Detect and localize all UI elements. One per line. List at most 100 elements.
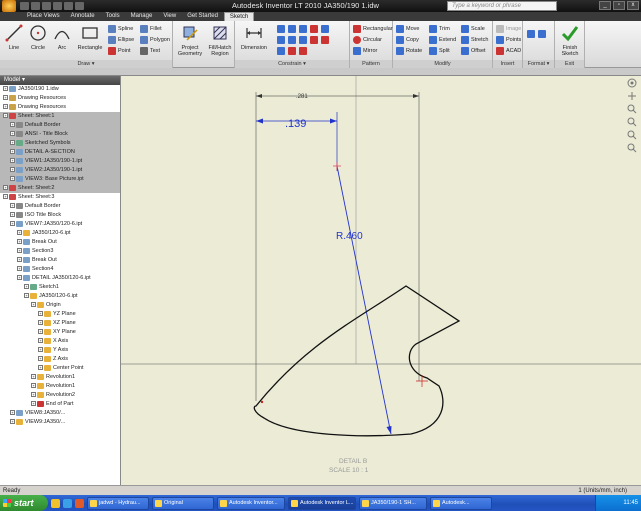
finish-sketch-button[interactable]: Finish Sketch xyxy=(557,24,583,57)
expand-toggle-icon[interactable]: + xyxy=(3,95,8,101)
tab-get-started[interactable]: Get Started xyxy=(182,12,223,21)
expand-toggle-icon[interactable]: + xyxy=(38,347,43,353)
radius-label[interactable]: R.460 xyxy=(336,231,363,242)
rectangle-button[interactable]: Rectangle xyxy=(75,24,105,51)
offset-button[interactable]: Offset xyxy=(461,46,486,55)
expand-toggle-icon[interactable]: + xyxy=(38,329,43,335)
circle-button[interactable]: Circle xyxy=(25,24,51,51)
browser-node[interactable]: + Break Out xyxy=(0,256,120,265)
trim-button[interactable]: Trim xyxy=(429,24,450,33)
steering-wheel-icon[interactable] xyxy=(627,78,637,88)
rotate-button[interactable]: Rotate xyxy=(396,46,422,55)
browser-node[interactable]: + VIEW7:JA350/120-6.ipt xyxy=(0,220,120,229)
expand-toggle-icon[interactable]: + xyxy=(17,248,22,254)
circular-pattern-button[interactable]: Circular xyxy=(353,35,382,44)
save-icon[interactable] xyxy=(42,2,51,10)
perpendicular-constraint-button[interactable] xyxy=(277,35,285,44)
expand-toggle-icon[interactable]: + xyxy=(10,203,15,209)
browser-node[interactable]: + Drawing Resources xyxy=(0,103,120,112)
scale-button[interactable]: Scale xyxy=(461,24,485,33)
expand-toggle-icon[interactable]: + xyxy=(38,311,43,317)
browser-node[interactable]: + DETAIL JA350/120-6.ipt xyxy=(0,274,120,283)
browser-node[interactable]: + Section4 xyxy=(0,265,120,274)
open-icon[interactable] xyxy=(31,2,40,10)
tab-tools[interactable]: Tools xyxy=(101,12,125,21)
tab-sketch[interactable]: Sketch xyxy=(223,12,255,21)
browser-node[interactable]: + JA350/120-6.ipt xyxy=(0,292,120,301)
expand-toggle-icon[interactable]: + xyxy=(17,257,22,263)
expand-toggle-icon[interactable]: + xyxy=(31,383,36,389)
quicklaunch-app-icon[interactable] xyxy=(75,498,84,508)
taskbar-item[interactable]: Autodesk Inventor... xyxy=(217,496,285,510)
taskbar-item[interactable]: jadwd - Hydrau... xyxy=(87,496,149,510)
browser-node[interactable]: + Sketched Symbols xyxy=(0,139,120,148)
minimize-button[interactable]: _ xyxy=(599,1,611,10)
ellipse-button[interactable]: Ellipse xyxy=(108,35,134,44)
expand-toggle-icon[interactable]: + xyxy=(10,149,15,155)
expand-toggle-icon[interactable]: + xyxy=(10,122,15,128)
expand-toggle-icon[interactable]: + xyxy=(31,392,36,398)
taskbar-item-active[interactable]: Autodesk Inventor L... xyxy=(288,496,356,510)
expand-toggle-icon[interactable]: + xyxy=(38,356,43,362)
browser-node[interactable]: + ANSI - Title Block xyxy=(0,130,120,139)
browser-node[interactable]: + JA350/190 1.idw xyxy=(0,85,120,94)
point-button[interactable]: Point xyxy=(108,46,131,55)
expand-toggle-icon[interactable]: + xyxy=(3,185,8,191)
browser-node[interactable]: + XZ Plane xyxy=(0,319,120,328)
browser-node[interactable]: + Revolution1 xyxy=(0,382,120,391)
expand-toggle-icon[interactable]: + xyxy=(10,176,15,182)
drawing-canvas[interactable]: .281 .139 R.460 DETAIL B SCALE 10 : 1 xyxy=(121,76,641,485)
expand-toggle-icon[interactable]: + xyxy=(17,266,22,272)
arc-button[interactable]: Arc xyxy=(49,24,75,51)
expand-toggle-icon[interactable]: + xyxy=(10,158,15,164)
browser-node[interactable]: + Z Axis xyxy=(0,355,120,364)
expand-toggle-icon[interactable]: + xyxy=(38,338,43,344)
zoom-window-icon[interactable] xyxy=(627,117,637,127)
dimension-button[interactable]: Dimension xyxy=(239,24,269,51)
expand-toggle-icon[interactable]: + xyxy=(31,302,36,308)
expand-toggle-icon[interactable]: + xyxy=(17,239,22,245)
browser-node[interactable]: + Drawing Resources xyxy=(0,94,120,103)
close-button[interactable]: x xyxy=(627,1,639,10)
browser-node[interactable]: + X Axis xyxy=(0,337,120,346)
expand-toggle-icon[interactable]: + xyxy=(10,410,15,416)
expand-toggle-icon[interactable]: + xyxy=(10,212,15,218)
constrain-panel-title[interactable]: Constrain ▾ xyxy=(235,60,349,68)
expand-toggle-icon[interactable]: + xyxy=(10,167,15,173)
fix-constraint-button[interactable] xyxy=(310,24,318,33)
new-icon[interactable] xyxy=(20,2,29,10)
expand-toggle-icon[interactable]: + xyxy=(17,275,22,281)
browser-node[interactable]: + Revolution2 xyxy=(0,391,120,400)
fillet-button[interactable]: Fillet xyxy=(140,24,162,33)
copy-button[interactable]: Copy xyxy=(396,35,419,44)
pan-icon[interactable] xyxy=(627,91,637,101)
expand-toggle-icon[interactable]: + xyxy=(31,401,36,407)
expand-toggle-icon[interactable]: + xyxy=(31,374,36,380)
maximize-button[interactable]: ▫ xyxy=(613,1,625,10)
taskbar-item[interactable]: JA350/190-1 SH... xyxy=(359,496,427,510)
undo-icon[interactable] xyxy=(53,2,62,10)
vertical-constraint-button[interactable] xyxy=(299,35,307,44)
taskbar-item[interactable]: Original xyxy=(152,496,214,510)
expand-toggle-icon[interactable]: + xyxy=(10,131,15,137)
text-button[interactable]: Text xyxy=(140,46,160,55)
parallel-constraint-button[interactable] xyxy=(321,24,329,33)
draw-panel-title[interactable]: Draw ▾ xyxy=(0,60,172,68)
browser-node[interactable]: + VIEW9:JA350/... xyxy=(0,418,120,427)
expand-toggle-icon[interactable]: + xyxy=(38,365,43,371)
browser-node[interactable]: + Center Point xyxy=(0,364,120,373)
dimension-139-label[interactable]: .139 xyxy=(285,118,306,130)
equal-constraint-button[interactable] xyxy=(288,46,296,55)
mirror-button[interactable]: Mirror xyxy=(353,46,377,55)
browser-node[interactable]: + Sheet: Sheet:1 xyxy=(0,112,120,121)
horizontal-constraint-button[interactable] xyxy=(288,35,296,44)
browser-node[interactable]: + XY Plane xyxy=(0,328,120,337)
zoom-all-icon[interactable] xyxy=(627,143,637,153)
browser-node[interactable]: + VIEW8:JA350/... xyxy=(0,409,120,418)
smooth-constraint-button[interactable] xyxy=(321,35,329,44)
zoom-icon[interactable] xyxy=(627,104,637,114)
quicklaunch-folder-icon[interactable] xyxy=(51,498,60,508)
browser-node[interactable]: + DETAIL A-SECTION xyxy=(0,148,120,157)
print-icon[interactable] xyxy=(75,2,84,10)
expand-toggle-icon[interactable]: + xyxy=(3,113,8,119)
